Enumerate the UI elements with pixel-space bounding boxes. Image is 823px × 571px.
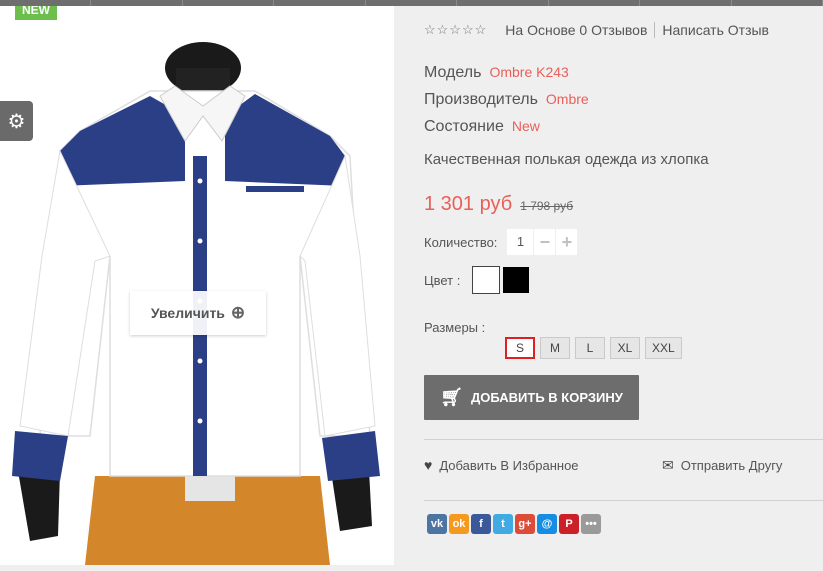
quantity-label: Количество: — [424, 234, 498, 250]
divider — [424, 439, 823, 440]
model-value[interactable]: Ombre K243 — [489, 64, 568, 80]
reviews-link[interactable]: На Основе 0 Отзывов — [505, 22, 647, 38]
pinterest-icon[interactable]: P — [559, 514, 579, 534]
condition-value: New — [511, 118, 540, 134]
vk-icon[interactable]: vk — [427, 514, 447, 534]
color-row: Цвет : — [424, 266, 530, 294]
wishlist-label: Добавить В Избранное — [439, 457, 579, 473]
size-option-m[interactable]: M — [540, 337, 570, 359]
rating-row: ☆☆☆☆☆ На Основе 0 Отзывов Написать Отзыв — [424, 22, 769, 38]
size-option-xl[interactable]: XL — [610, 337, 640, 359]
size-options: S M L XL XXL — [505, 337, 682, 359]
current-price: 1 301 руб — [424, 193, 513, 215]
product-image[interactable] — [0, 6, 394, 565]
product-details: ☆☆☆☆☆ На Основе 0 Отзывов Написать Отзыв… — [424, 0, 823, 571]
product-description: Качественная полькая одежда из хлопка — [424, 151, 709, 168]
model-row: Модель Ombre K243 — [424, 59, 589, 86]
odnoklassniki-icon[interactable]: ok — [449, 514, 469, 534]
more-icon[interactable]: ••• — [581, 514, 601, 534]
twitter-icon[interactable]: t — [493, 514, 513, 534]
zoom-button[interactable]: Увеличить ⊕ — [130, 291, 266, 335]
price-row: 1 301 руб 1 798 руб — [424, 193, 573, 216]
new-badge: NEW — [15, 6, 57, 20]
cart-icon: 🛒︎ — [440, 387, 464, 407]
condition-row: Состояние New — [424, 113, 589, 140]
zoom-in-icon: ⊕ — [230, 303, 246, 322]
mail-ru-icon[interactable]: @ — [537, 514, 557, 534]
gear-icon: ⚙ — [7, 110, 26, 133]
size-option-l[interactable]: L — [575, 337, 605, 359]
color-swatch-black[interactable] — [503, 267, 530, 293]
manufacturer-row: Производитель Ombre — [424, 86, 589, 113]
quantity-input[interactable]: 1 — [507, 229, 534, 255]
tell-friend-label: Отправить Другу — [680, 458, 783, 473]
old-price: 1 798 руб — [520, 199, 574, 213]
quantity-plus-button[interactable]: + — [555, 229, 578, 255]
heart-icon: ♥ — [424, 457, 433, 473]
manufacturer-label: Производитель — [424, 91, 538, 108]
color-label: Цвет : — [424, 272, 461, 288]
write-review-link[interactable]: Написать Отзыв — [662, 22, 769, 38]
envelope-icon: ✉ — [662, 457, 674, 473]
size-option-s[interactable]: S — [505, 337, 535, 359]
quantity-minus-button[interactable]: − — [533, 229, 556, 255]
product-meta: Модель Ombre K243 Производитель Ombre Сост… — [424, 59, 589, 140]
model-label: Модель — [424, 64, 482, 81]
tell-friend-link[interactable]: ✉ Отправить Другу — [662, 457, 782, 474]
manufacturer-value[interactable]: Ombre — [546, 91, 589, 107]
color-swatch-white[interactable] — [472, 266, 501, 294]
size-option-xxl[interactable]: XXL — [645, 337, 682, 359]
zoom-label: Увеличить — [150, 305, 225, 321]
rating-stars-icon: ☆☆☆☆☆ — [424, 22, 488, 37]
rating-divider — [654, 22, 656, 38]
add-to-cart-button[interactable]: 🛒︎ ДОБАВИТЬ В КОРЗИНУ — [424, 375, 639, 420]
sizes-label: Размеры : — [424, 320, 486, 335]
settings-button[interactable]: ⚙ — [0, 101, 33, 141]
share-bar: vk ok f t g+ @ P ••• — [427, 514, 601, 534]
facebook-icon[interactable]: f — [471, 514, 491, 534]
google-plus-icon[interactable]: g+ — [515, 514, 535, 534]
product-image-panel: NEW ⚙ Увеличить ⊕ — [0, 6, 394, 565]
quantity-row: Количество: 1 − + — [424, 229, 578, 255]
wishlist-link[interactable]: ♥ Добавить В Избранное — [424, 457, 579, 473]
divider — [424, 500, 823, 501]
condition-label: Состояние — [424, 118, 504, 135]
add-to-cart-label: ДОБАВИТЬ В КОРЗИНУ — [471, 390, 623, 405]
